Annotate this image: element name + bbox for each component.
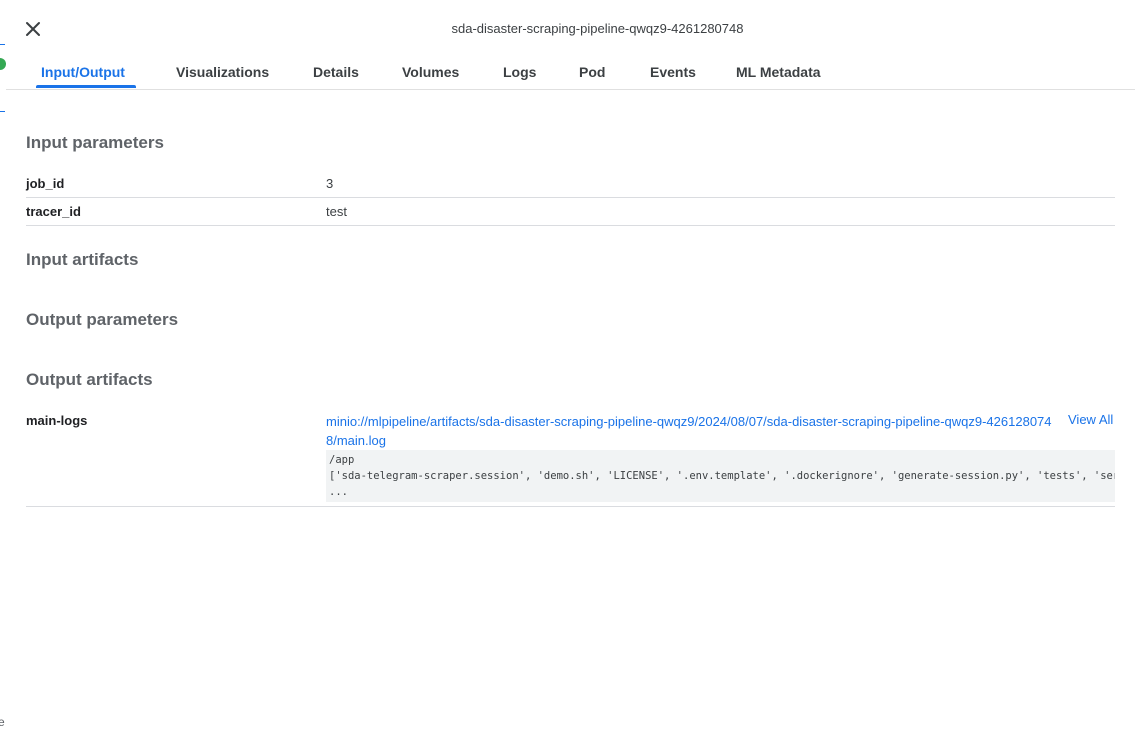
preview-line: ... [329, 486, 348, 498]
input-artifacts-heading: Input artifacts [26, 250, 139, 269]
panel-header: sda-disaster-scraping-pipeline-qwqz9-426… [6, 0, 1135, 58]
preview-line: ['sda-telegram-scraper.session', 'demo.s… [329, 470, 1115, 482]
tab-ml-metadata[interactable]: ML Metadata [736, 64, 821, 80]
side-panel: sda-disaster-scraping-pipeline-qwqz9-426… [6, 0, 1135, 735]
param-value: 3 [326, 176, 334, 191]
param-row: job_id 3 [26, 169, 1115, 198]
param-key: tracer_id [26, 204, 81, 219]
output-parameters-heading: Output parameters [26, 310, 179, 329]
param-value: test [326, 204, 347, 219]
view-all-link[interactable]: View All [1068, 412, 1113, 427]
preview-line: /app [329, 454, 355, 466]
output-artifacts-heading: Output artifacts [26, 370, 153, 389]
tab-events[interactable]: Events [650, 64, 696, 80]
tab-logs[interactable]: Logs [503, 64, 536, 80]
artifact-preview: /app ['sda-telegram-scraper.session', 'de… [326, 450, 1115, 502]
artifact-row: main-logs minio://mlpipeline/artifacts/s… [26, 410, 1115, 507]
background-selected-row [0, 44, 5, 112]
param-key: job_id [26, 176, 65, 191]
tab-volumes[interactable]: Volumes [402, 64, 459, 80]
artifact-uri-link[interactable]: minio://mlpipeline/artifacts/sda-disaste… [326, 412, 1056, 450]
run-title: sda-disaster-scraping-pipeline-qwqz9-426… [451, 21, 744, 36]
tab-bar: Input/Output Visualizations Details Volu… [6, 56, 1135, 90]
tab-details[interactable]: Details [313, 64, 359, 80]
active-tab-indicator [36, 85, 136, 88]
tab-visualizations[interactable]: Visualizations [176, 64, 269, 80]
param-row: tracer_id test [26, 197, 1115, 226]
artifact-key: main-logs [26, 413, 88, 428]
tab-pod[interactable]: Pod [579, 64, 605, 80]
tab-input-output[interactable]: Input/Output [41, 64, 125, 80]
background-edge-text: e [0, 715, 5, 729]
input-parameters-heading: Input parameters [26, 133, 164, 152]
